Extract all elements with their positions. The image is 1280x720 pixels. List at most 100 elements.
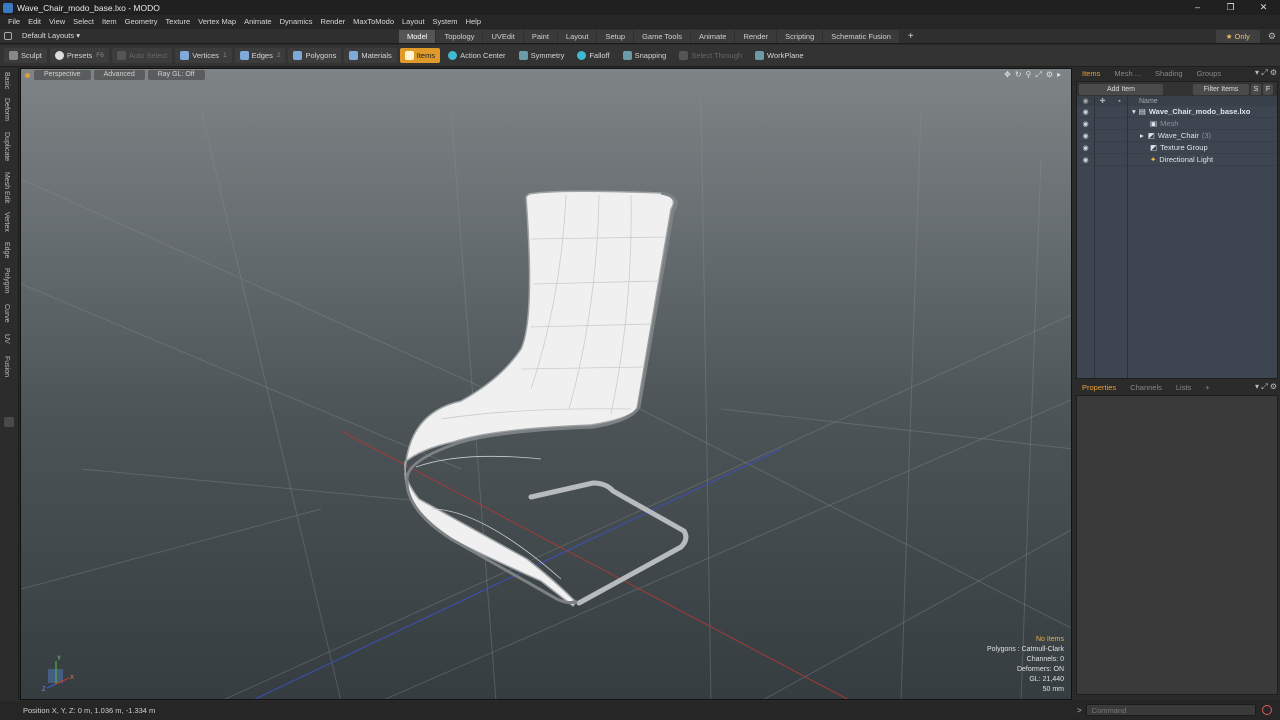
properties-options-icon[interactable]: ▾ ⤢ ⚙: [1255, 382, 1277, 392]
viewport-menu-dot[interactable]: [25, 72, 30, 78]
viewport-nav-icons: ✥ ↻ ⚲ ⤢ ⚙ ▸: [1000, 70, 1061, 80]
panel-options-icon[interactable]: ▾ ⤢ ⚙: [1255, 68, 1277, 78]
falloff-button[interactable]: Falloff: [572, 48, 614, 63]
add-item-button[interactable]: Add Item: [1079, 83, 1163, 95]
menu-select[interactable]: Select: [69, 15, 98, 29]
filter-s-button[interactable]: S: [1251, 83, 1261, 95]
sidebar-toggle-button[interactable]: [4, 417, 14, 427]
channels-stat: Channels: 0: [1026, 656, 1064, 663]
action-center-button[interactable]: Action Center: [443, 48, 510, 63]
minimize-button[interactable]: –: [1181, 0, 1214, 15]
command-input[interactable]: [1085, 704, 1256, 716]
tab-channels[interactable]: Channels: [1123, 382, 1169, 394]
workplane-button[interactable]: WorkPlane: [750, 48, 809, 63]
vtab-mesh-edit[interactable]: Mesh Edit: [3, 172, 10, 203]
snapping-icon: [622, 51, 632, 60]
menu-animate[interactable]: Animate: [240, 15, 276, 29]
pan-icon[interactable]: ✥: [1004, 70, 1011, 80]
menu-maxtomodo[interactable]: MaxToModo: [349, 15, 398, 29]
tab-paint[interactable]: Paint: [523, 30, 557, 43]
tab-items[interactable]: Items: [1075, 68, 1107, 80]
tab-properties[interactable]: Properties: [1075, 382, 1123, 394]
eye-icon[interactable]: ◉: [1077, 144, 1094, 152]
gear-icon[interactable]: ⚙: [1268, 31, 1276, 42]
menu-geometry[interactable]: Geometry: [121, 15, 162, 29]
eye-icon[interactable]: ◉: [1077, 132, 1094, 140]
viewport-expand-icon[interactable]: ▸: [1057, 70, 1061, 80]
items-button[interactable]: Items: [399, 48, 441, 63]
close-button[interactable]: ✕: [1247, 0, 1280, 15]
menu-vertex-map[interactable]: Vertex Map: [194, 15, 240, 29]
menu-render[interactable]: Render: [317, 15, 350, 29]
tab-layout[interactable]: Layout: [557, 30, 597, 43]
menu-edit[interactable]: Edit: [24, 15, 45, 29]
vtab-vertex[interactable]: Vertex: [3, 212, 10, 232]
vtab-uv[interactable]: UV: [3, 334, 10, 344]
add-properties-tab-button[interactable]: +: [1198, 382, 1216, 394]
vtab-fusion[interactable]: Fusion: [3, 356, 10, 377]
filter-f-button[interactable]: F: [1263, 83, 1273, 95]
materials-button[interactable]: Materials: [344, 48, 397, 63]
presets-button[interactable]: Presets F6: [49, 48, 109, 63]
layout-lock-icon[interactable]: [4, 31, 12, 40]
vertices-button[interactable]: Vertices 1: [175, 48, 232, 63]
tab-shading[interactable]: Shading: [1148, 68, 1190, 80]
select-through-button[interactable]: Select Through: [674, 48, 747, 63]
add-tab-button[interactable]: +: [900, 30, 922, 43]
sculpt-button[interactable]: Sculpt: [4, 48, 47, 63]
menu-view[interactable]: View: [45, 15, 69, 29]
view-mode-dropdown[interactable]: Perspective: [34, 70, 91, 80]
vtab-curve[interactable]: Curve: [3, 304, 10, 323]
tab-lists[interactable]: Lists: [1169, 382, 1198, 394]
vtab-polygon[interactable]: Polygon: [3, 268, 10, 293]
menu-system[interactable]: System: [429, 15, 462, 29]
command-history-icon[interactable]: >: [1077, 706, 1082, 715]
shading-dropdown[interactable]: Advanced: [93, 70, 145, 80]
symmetry-button[interactable]: Symmetry: [514, 48, 570, 63]
collapse-arrow-icon[interactable]: ▾: [1132, 107, 1136, 116]
record-macro-icon[interactable]: [1261, 705, 1272, 715]
eye-icon[interactable]: ◉: [1077, 120, 1094, 128]
zoom-icon[interactable]: ⚲: [1026, 70, 1032, 80]
menu-help[interactable]: Help: [462, 15, 485, 29]
position-readout: Position X, Y, Z: 0 m, 1.036 m, -1.334 m: [23, 706, 156, 715]
eye-icon[interactable]: ◉: [1077, 108, 1094, 116]
eye-icon[interactable]: ◉: [1077, 156, 1094, 164]
vtab-duplicate[interactable]: Duplicate: [3, 132, 10, 161]
tab-topology[interactable]: Topology: [436, 30, 483, 43]
workplane-icon: [755, 51, 765, 60]
vtab-edge[interactable]: Edge: [3, 242, 10, 258]
auto-select-button[interactable]: Auto Select: [111, 48, 173, 63]
maximize-button[interactable]: ❐: [1214, 0, 1247, 15]
tab-mesh[interactable]: Mesh ...: [1107, 68, 1148, 80]
menu-item[interactable]: Item: [98, 15, 121, 29]
polygons-button[interactable]: Polygons: [288, 48, 342, 63]
vtab-basic[interactable]: Basic: [3, 72, 10, 89]
menu-layout[interactable]: Layout: [398, 15, 429, 29]
tab-schematic-fusion[interactable]: Schematic Fusion: [823, 30, 899, 43]
tab-animate[interactable]: Animate: [690, 30, 735, 43]
tab-game-tools[interactable]: Game Tools: [634, 30, 690, 43]
filter-items-input[interactable]: Filter Items: [1193, 83, 1249, 95]
layout-dropdown[interactable]: Default Layouts ▾: [22, 31, 80, 40]
tab-groups[interactable]: Groups: [1190, 68, 1229, 80]
viewport-gear-icon[interactable]: ⚙: [1046, 70, 1053, 80]
tab-model[interactable]: Model: [399, 30, 436, 43]
tab-uvedit[interactable]: UVEdit: [483, 30, 523, 43]
snapping-button[interactable]: Snapping: [618, 48, 672, 63]
expand-arrow-icon[interactable]: ▸: [1140, 131, 1144, 140]
tab-render[interactable]: Render: [735, 30, 777, 43]
only-toggle-button[interactable]: ★ Only: [1215, 30, 1260, 43]
3d-viewport[interactable]: Y X Z Perspective Advanced Ray GL: Off ✥…: [20, 68, 1072, 700]
menu-file[interactable]: File: [4, 15, 24, 29]
tab-setup[interactable]: Setup: [597, 30, 634, 43]
menu-texture[interactable]: Texture: [162, 15, 195, 29]
rotate-icon[interactable]: ↻: [1015, 70, 1022, 80]
left-tool-tabs: Basic Deform Duplicate Mesh Edit Vertex …: [0, 68, 19, 700]
menu-dynamics[interactable]: Dynamics: [276, 15, 317, 29]
tab-scripting[interactable]: Scripting: [777, 30, 823, 43]
raygl-toggle[interactable]: Ray GL: Off: [147, 70, 205, 80]
vtab-deform[interactable]: Deform: [3, 98, 10, 121]
fit-icon[interactable]: ⤢: [1035, 70, 1041, 80]
edges-button[interactable]: Edges 2: [234, 48, 286, 63]
